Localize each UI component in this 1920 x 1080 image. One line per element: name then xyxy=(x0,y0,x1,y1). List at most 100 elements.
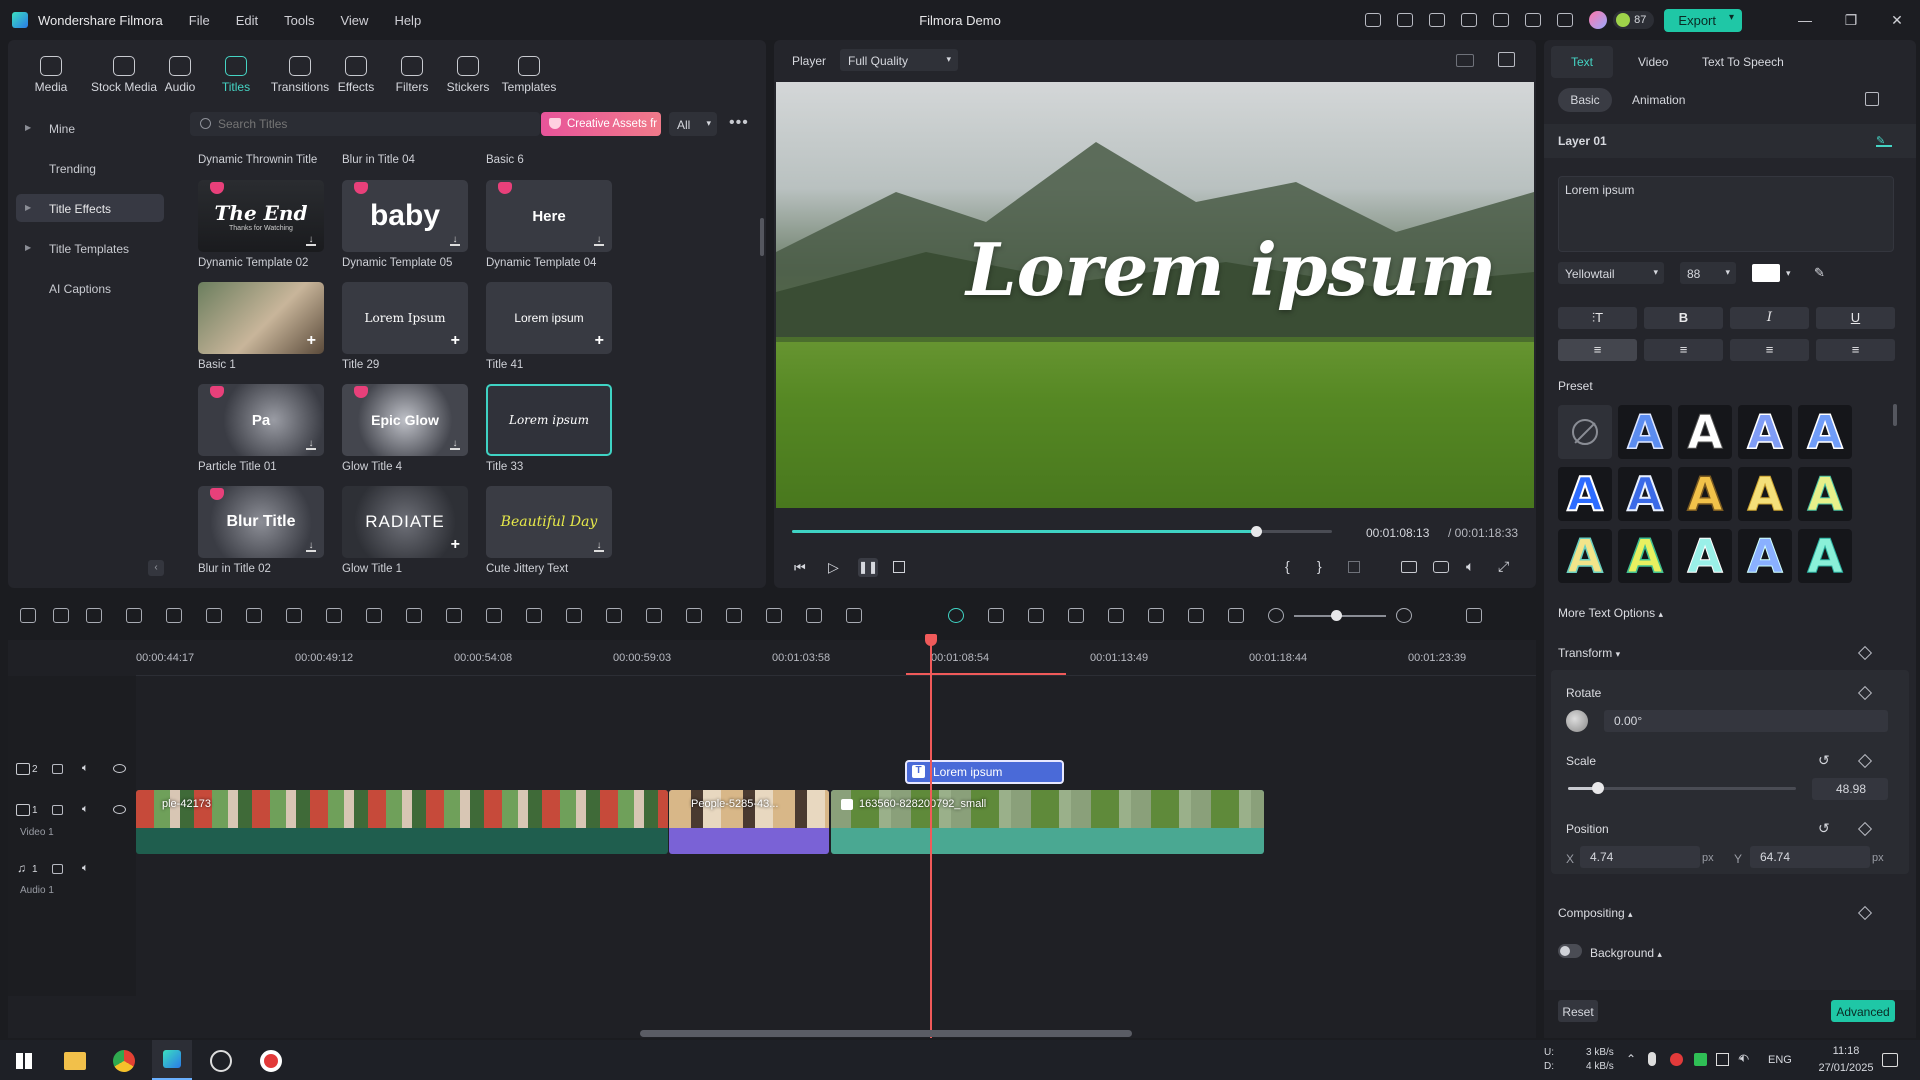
preset-style-6[interactable]: A xyxy=(1618,466,1672,522)
notifications-icon[interactable] xyxy=(1882,1053,1898,1067)
title-clip[interactable]: Lorem ipsum xyxy=(905,760,1064,784)
preset-none[interactable] xyxy=(1558,405,1612,459)
sidebar-item-title-templates[interactable]: ▶ Title Templates xyxy=(16,234,164,262)
mic-record-icon[interactable] xyxy=(1108,608,1124,623)
menu-view[interactable]: View xyxy=(340,13,368,28)
mute-icon[interactable]: 🔈︎ xyxy=(82,862,89,875)
italic-button[interactable]: I xyxy=(1730,307,1809,329)
filter-dropdown[interactable]: All ▾ xyxy=(669,112,717,136)
tray-grid-icon[interactable] xyxy=(1716,1053,1729,1066)
tab-titles[interactable]: Titles xyxy=(206,56,266,94)
scale-slider-knob[interactable] xyxy=(1591,782,1604,794)
render-icon[interactable] xyxy=(948,608,964,623)
tray-chevron-icon[interactable]: ⌃ xyxy=(1626,1052,1636,1066)
chevron-down-icon[interactable]: ▾ xyxy=(1786,268,1791,279)
video-clip-2[interactable]: People-5285-43... xyxy=(669,790,829,854)
screen-icon[interactable] xyxy=(1429,13,1446,27)
smart-cutout-icon[interactable] xyxy=(806,608,822,623)
tab-effects[interactable]: Effects xyxy=(326,56,386,94)
keyframe-icon[interactable] xyxy=(446,608,462,623)
underline-button[interactable]: U xyxy=(1816,307,1895,329)
eyedropper-icon[interactable]: ✎ xyxy=(1814,265,1825,281)
more-text-options[interactable]: More Text Options ▴ xyxy=(1558,606,1663,620)
previous-frame-icon[interactable]: ⏮ xyxy=(794,560,806,576)
align-center-button[interactable]: ≡ xyxy=(1644,339,1723,361)
marker-flag-icon[interactable] xyxy=(1348,561,1360,573)
voiceover-icon[interactable] xyxy=(1148,608,1164,623)
layout-icon[interactable] xyxy=(20,608,36,623)
camera-snapshot-icon[interactable] xyxy=(1433,561,1449,573)
lock-icon[interactable] xyxy=(52,864,63,874)
microphone-icon[interactable] xyxy=(1648,1052,1656,1066)
ai-edit-icon[interactable]: ✎ xyxy=(1876,134,1892,147)
position-y-input[interactable] xyxy=(1750,846,1870,868)
tab-templates[interactable]: Templates xyxy=(499,56,559,94)
rotate-input[interactable] xyxy=(1604,710,1888,732)
video-preview[interactable]: Lorem ipsum xyxy=(776,82,1534,508)
tab-text-to-speech[interactable]: Text To Speech xyxy=(1702,55,1784,69)
preset-style-7[interactable]: A xyxy=(1678,466,1732,522)
preset-style-4[interactable]: A xyxy=(1798,404,1852,460)
volume-icon[interactable]: 🔈︎ xyxy=(1466,558,1474,575)
export-button[interactable]: Export ▾ xyxy=(1664,8,1742,32)
title-card-title-33[interactable]: Lorem ipsum xyxy=(486,384,612,456)
play-icon[interactable]: ▷ xyxy=(828,559,839,576)
delete-icon[interactable] xyxy=(166,608,182,623)
undo-icon[interactable] xyxy=(86,608,102,623)
position-x-input[interactable] xyxy=(1580,846,1700,868)
title-card-basic-1[interactable]: + xyxy=(198,282,324,354)
save-preset-icon[interactable] xyxy=(1865,92,1879,106)
background-label[interactable]: Background ▴ xyxy=(1590,946,1662,960)
tray-record-icon[interactable] xyxy=(1670,1053,1683,1066)
download-icon[interactable]: ↓ xyxy=(450,234,460,246)
sidebar-item-mine[interactable]: ▶ Mine xyxy=(16,114,164,142)
menu-file[interactable]: File xyxy=(189,13,210,28)
more-options-icon[interactable]: ••• xyxy=(729,114,749,132)
replace-icon[interactable] xyxy=(1228,608,1244,623)
zoom-out-icon[interactable] xyxy=(1268,608,1284,623)
playhead-handle[interactable] xyxy=(925,634,937,646)
preset-style-11[interactable]: A xyxy=(1618,528,1672,584)
tasks-icon[interactable] xyxy=(1397,13,1414,27)
add-icon[interactable]: + xyxy=(307,332,316,350)
bold-button[interactable]: B xyxy=(1644,307,1723,329)
crop-icon[interactable] xyxy=(246,608,262,623)
windows-start-icon[interactable] xyxy=(16,1053,32,1069)
close-button[interactable]: ✕ xyxy=(1874,12,1920,29)
lock-icon[interactable] xyxy=(52,805,63,815)
adjust-icon[interactable] xyxy=(486,608,502,623)
compositing-section-header[interactable]: Compositing ▴ xyxy=(1558,906,1633,920)
align-right-button[interactable]: ≡ xyxy=(1730,339,1809,361)
select-tool-icon[interactable] xyxy=(53,608,69,623)
audio-stretch-icon[interactable] xyxy=(566,608,582,623)
sidebar-item-ai-captions[interactable]: AI Captions xyxy=(16,274,164,302)
menu-help[interactable]: Help xyxy=(394,13,421,28)
preset-scrollbar[interactable] xyxy=(1893,404,1897,426)
speed-ramp-icon[interactable] xyxy=(1028,608,1044,623)
credits-badge[interactable]: 87 xyxy=(1613,11,1655,29)
avatar[interactable] xyxy=(1589,11,1608,29)
apps-grid-icon[interactable] xyxy=(1557,13,1574,27)
taskbar-time[interactable]: 11:18 xyxy=(1818,1045,1874,1057)
mark-out-icon[interactable]: } xyxy=(1317,558,1322,574)
text-content-input[interactable]: Lorem ipsum xyxy=(1558,176,1894,252)
preset-style-3[interactable]: A xyxy=(1738,404,1792,460)
preset-style-5[interactable]: A xyxy=(1558,466,1612,522)
record-app-icon[interactable] xyxy=(260,1050,282,1072)
snapshot-tool-icon[interactable] xyxy=(988,608,1004,623)
mask-icon[interactable] xyxy=(326,608,342,623)
minimize-button[interactable]: — xyxy=(1782,12,1828,28)
title-card-dynamic-template-05[interactable]: baby ↓ xyxy=(342,180,468,252)
taskbar-date[interactable]: 27/01/2025 xyxy=(1808,1062,1884,1074)
title-card-glow-title-4[interactable]: Epic Glow ↓ xyxy=(342,384,468,456)
download-icon[interactable]: ↓ xyxy=(594,540,604,552)
title-card-dynamic-template-04[interactable]: Here ↓ xyxy=(486,180,612,252)
collapse-sidebar-button[interactable]: ‹ xyxy=(148,560,164,576)
background-toggle[interactable] xyxy=(1558,944,1582,958)
font-dropdown[interactable]: Yellowtail ▾ xyxy=(1558,262,1664,284)
title-card-cute-jittery-text[interactable]: Beautiful Day ↓ xyxy=(486,486,612,558)
save-icon[interactable] xyxy=(1461,13,1478,27)
title-card-glow-title-1[interactable]: RADIATE + xyxy=(342,486,468,558)
language-indicator[interactable]: ENG xyxy=(1768,1054,1792,1066)
lock-icon[interactable] xyxy=(52,764,63,774)
